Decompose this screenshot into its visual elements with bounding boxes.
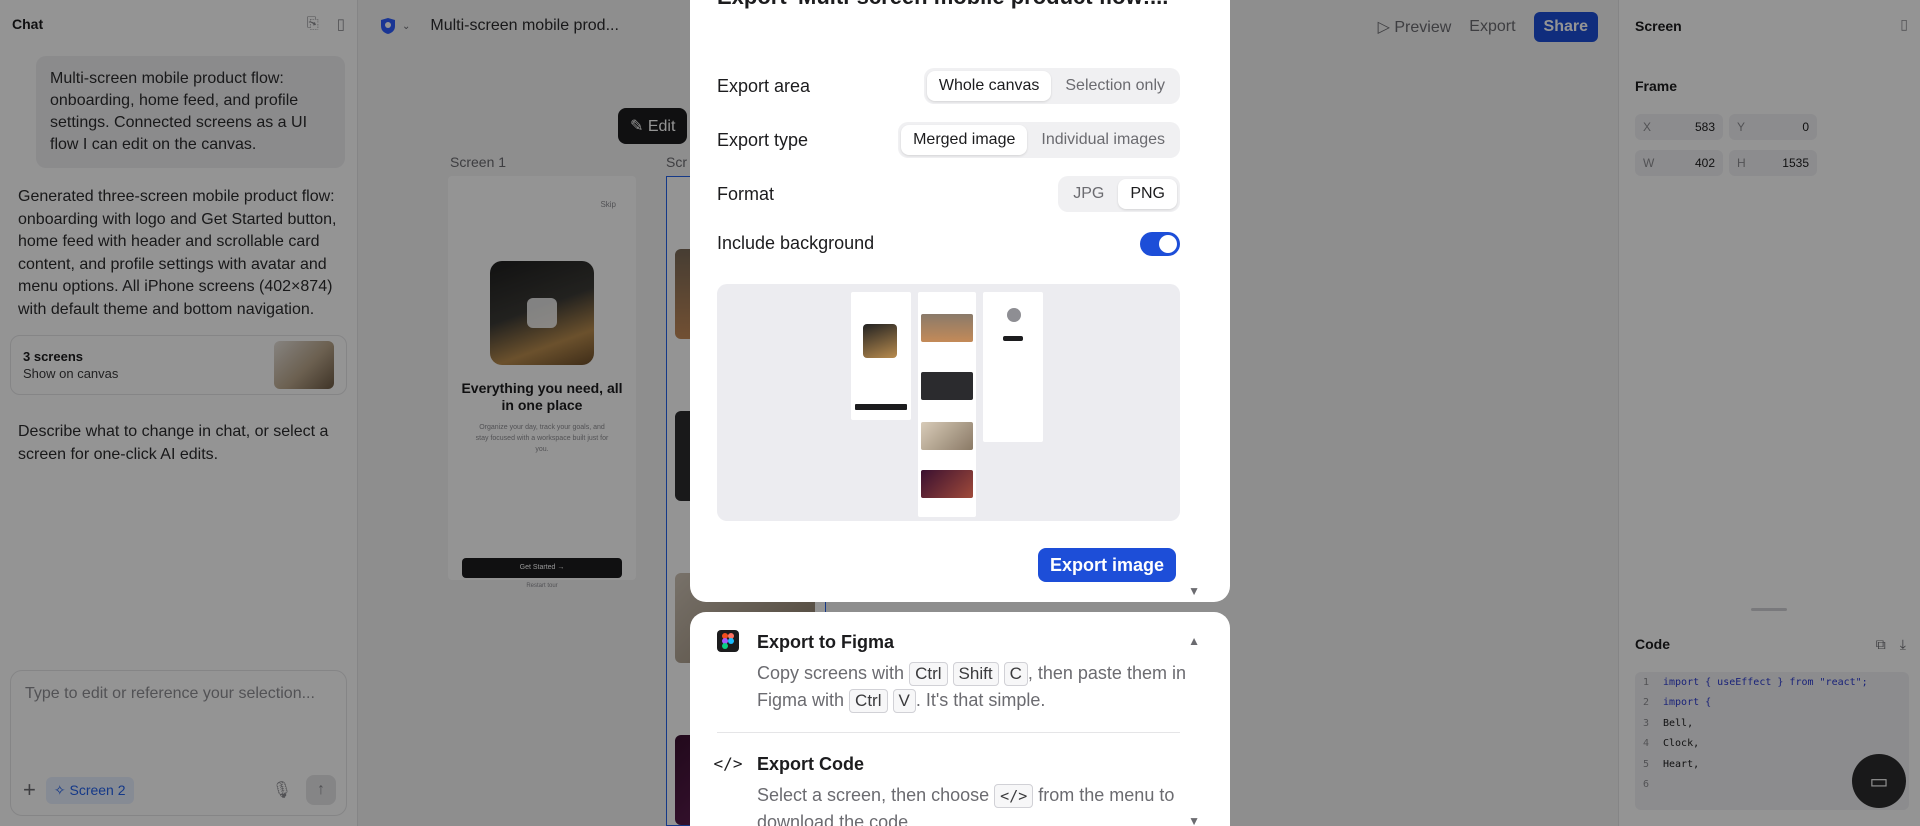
kbd-key: C <box>1003 662 1028 686</box>
export-to-figma-text: Copy screens with Ctrl Shift C, then pas… <box>757 660 1187 714</box>
scroll-down-icon[interactable]: ▼ <box>1188 584 1200 598</box>
export-code-title: Export Code <box>757 754 865 774</box>
scroll-up-icon[interactable]: ▲ <box>1188 634 1200 648</box>
export-area-segmented: Whole canvas Selection only <box>923 68 1180 104</box>
format-segmented: JPG PNG <box>1058 176 1180 212</box>
format-label: Format <box>717 184 775 204</box>
export-area-label: Export area <box>717 76 811 96</box>
preview-screen-3 <box>983 292 1043 442</box>
export-modal: Export 'Multi-screen mobile product flow… <box>690 0 1230 602</box>
export-type-segmented: Merged image Individual images <box>898 122 1180 158</box>
export-type-label: Export type <box>717 130 809 150</box>
kbd-key: Shift <box>952 662 999 686</box>
preview-screen-1 <box>851 292 911 420</box>
export-code-text: Select a screen, then choose </> from th… <box>757 784 1175 826</box>
option-individual-images[interactable]: Individual images <box>1029 125 1177 155</box>
include-background-label: Include background <box>717 233 875 253</box>
code-brackets-icon: </> <box>713 753 743 773</box>
kbd-key: V <box>892 689 916 713</box>
modal-title: Export 'Multi-screen mobile product flow… <box>717 0 1197 12</box>
option-png[interactable]: PNG <box>1118 179 1177 209</box>
option-jpg[interactable]: JPG <box>1061 179 1116 209</box>
export-preview <box>717 284 1180 521</box>
option-merged-image[interactable]: Merged image <box>901 125 1028 155</box>
kbd-key: </> <box>994 784 1034 808</box>
figma-icon <box>717 630 739 652</box>
include-background-toggle[interactable] <box>1140 232 1180 256</box>
kbd-key: Ctrl <box>849 689 888 713</box>
scroll-down-icon[interactable]: ▼ <box>1188 814 1200 826</box>
preview-screen-2 <box>918 292 976 517</box>
export-to-figma-title: Export to Figma <box>757 632 895 652</box>
export-options-panel: ▲ Export to Figma Copy screens with Ctrl… <box>690 612 1230 826</box>
option-whole-canvas[interactable]: Whole canvas <box>926 71 1052 101</box>
export-image-button[interactable]: Export image <box>1037 548 1176 582</box>
section-divider <box>717 732 1180 733</box>
kbd-key: Ctrl <box>909 662 948 686</box>
option-selection-only[interactable]: Selection only <box>1053 71 1177 101</box>
